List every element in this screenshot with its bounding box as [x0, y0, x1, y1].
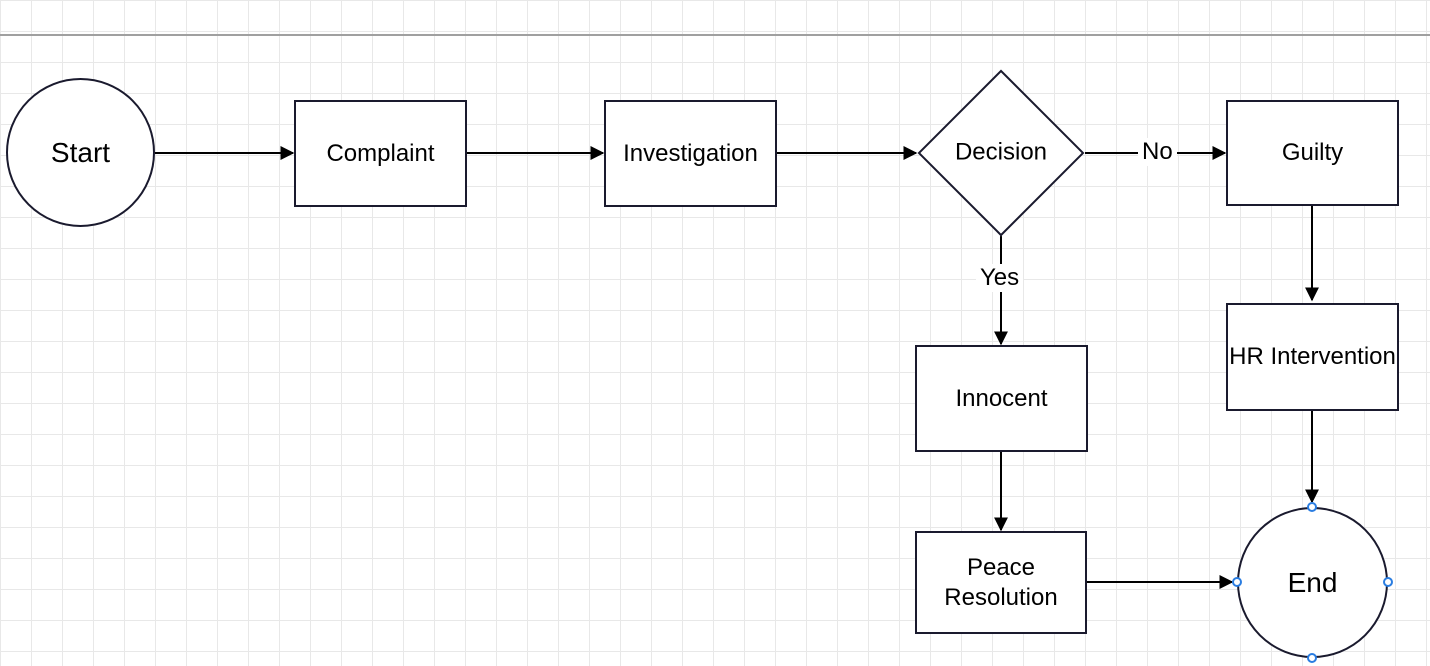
selection-handle[interactable] — [1383, 577, 1393, 587]
flowchart-decision[interactable]: Decision — [917, 92, 1085, 214]
node-label: Innocent — [955, 385, 1047, 413]
flowchart-process-peace-resolution[interactable]: Peace Resolution — [915, 531, 1087, 634]
selection-handle[interactable] — [1232, 577, 1242, 587]
selection-handle[interactable] — [1307, 653, 1317, 663]
flowchart-process-complaint[interactable]: Complaint — [294, 100, 467, 207]
flowchart-end-terminal[interactable]: End — [1237, 507, 1388, 658]
node-label: Peace Resolution — [917, 553, 1085, 613]
node-label: End — [1288, 567, 1338, 599]
node-label: Decision — [951, 139, 1051, 168]
flowchart-process-innocent[interactable]: Innocent — [915, 345, 1088, 452]
node-label: Complaint — [326, 140, 434, 168]
node-label: Guilty — [1282, 139, 1343, 167]
edge-label-no: No — [1138, 138, 1177, 166]
node-label: Investigation — [623, 140, 758, 168]
selection-handle[interactable] — [1307, 502, 1317, 512]
flowchart-process-investigation[interactable]: Investigation — [604, 100, 777, 207]
flowchart-process-hr-intervention[interactable]: HR Intervention — [1226, 303, 1399, 411]
node-label: Start — [51, 137, 110, 169]
flowchart-start-terminal[interactable]: Start — [6, 78, 155, 227]
horizontal-rule — [0, 34, 1430, 36]
flowchart-process-guilty[interactable]: Guilty — [1226, 100, 1399, 206]
edge-label-yes: Yes — [976, 264, 1023, 292]
node-label: HR Intervention — [1229, 342, 1396, 372]
